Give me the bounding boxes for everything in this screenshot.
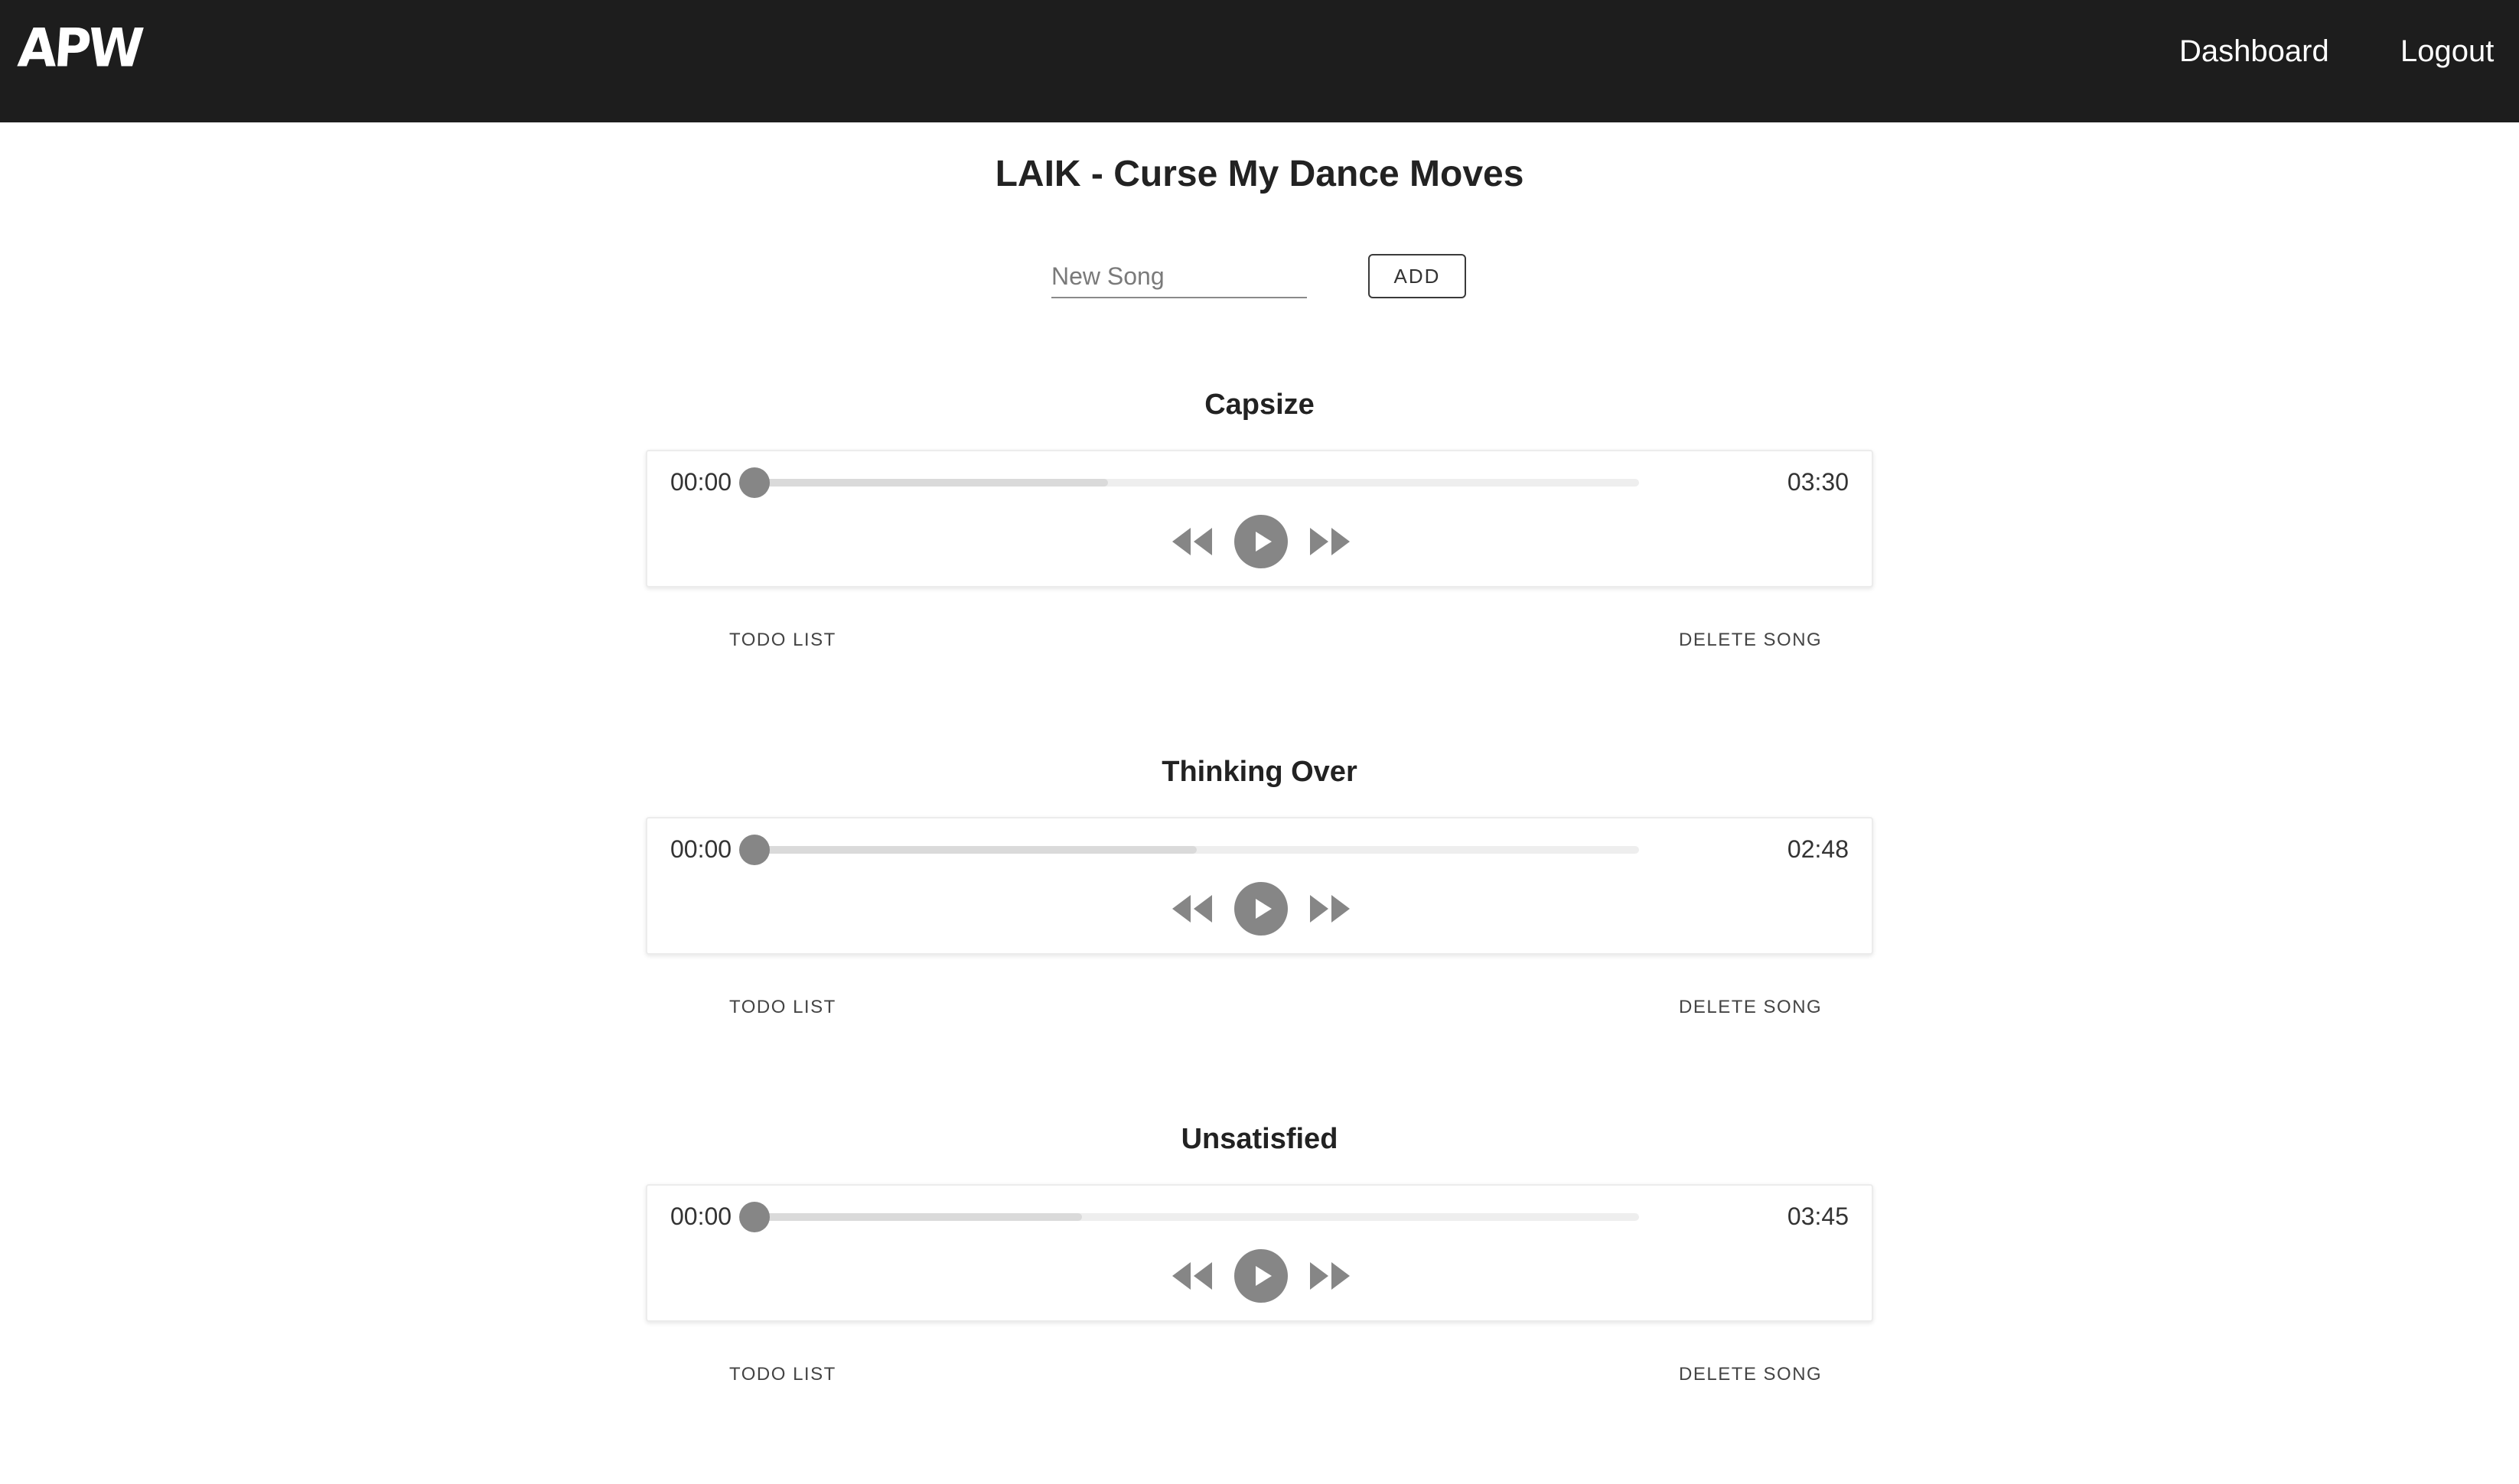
play-button[interactable] (1233, 881, 1289, 936)
progress-track[interactable] (739, 1202, 1639, 1232)
current-time: 00:00 (670, 1202, 732, 1230)
audio-player: 00:00 02:48 (646, 817, 1873, 955)
play-button[interactable] (1233, 514, 1289, 569)
delete-song-button[interactable]: DELETE SONG (1679, 1363, 1822, 1386)
add-song-button[interactable]: ADD (1368, 254, 1466, 298)
top-navbar: APW Dashboard Logout (0, 0, 2519, 122)
player-controls (647, 881, 1872, 936)
seek-thumb[interactable] (739, 835, 770, 865)
song-card: Capsize 00:00 03:30 TODO LIST DELETE SON… (0, 382, 2519, 750)
player-controls (647, 514, 1872, 569)
todo-list-button[interactable]: TODO LIST (729, 1363, 836, 1386)
song-title: Capsize (1204, 389, 1315, 421)
todo-list-button[interactable]: TODO LIST (729, 629, 836, 652)
play-icon (1234, 882, 1288, 936)
buffer-bar (754, 1213, 1082, 1221)
new-song-input[interactable] (1051, 255, 1307, 298)
song-title: Thinking Over (1162, 756, 1357, 788)
rewind-button[interactable] (1171, 1248, 1214, 1303)
duration: 02:48 (1787, 835, 1849, 863)
duration: 03:30 (1787, 468, 1849, 496)
progress-track[interactable] (739, 835, 1639, 865)
app-logo[interactable]: APW (16, 18, 143, 80)
audio-player: 00:00 03:45 (646, 1184, 1873, 1322)
todo-list-button[interactable]: TODO LIST (729, 996, 836, 1019)
rewind-icon (1172, 895, 1212, 923)
fast-forward-icon (1310, 895, 1350, 923)
play-icon (1234, 1249, 1288, 1303)
duration: 03:45 (1787, 1202, 1849, 1230)
audio-player: 00:00 03:30 (646, 450, 1873, 587)
rewind-icon (1172, 528, 1212, 555)
fast-forward-button[interactable] (1308, 514, 1351, 569)
buffer-bar (754, 846, 1197, 854)
rewind-button[interactable] (1171, 881, 1214, 936)
fast-forward-button[interactable] (1308, 1248, 1351, 1303)
current-time: 00:00 (670, 468, 732, 496)
rewind-icon (1172, 1262, 1212, 1290)
buffer-bar (754, 479, 1109, 487)
delete-song-button[interactable]: DELETE SONG (1679, 996, 1822, 1019)
seek-thumb[interactable] (739, 467, 770, 498)
fast-forward-button[interactable] (1308, 881, 1351, 936)
nav-logout-link[interactable]: Logout (2400, 32, 2494, 70)
fast-forward-icon (1310, 528, 1350, 555)
song-title: Unsatisfied (1181, 1123, 1338, 1155)
current-time: 00:00 (670, 835, 732, 863)
play-icon (1234, 515, 1288, 568)
progress-track[interactable] (739, 467, 1639, 498)
player-controls (647, 1248, 1872, 1303)
page-title: LAIK - Curse My Dance Moves (995, 154, 1524, 194)
rewind-button[interactable] (1171, 514, 1214, 569)
song-card: Thinking Over 00:00 02:48 TODO LIST DELE… (0, 750, 2519, 1117)
delete-song-button[interactable]: DELETE SONG (1679, 629, 1822, 652)
song-card: Unsatisfied 00:00 03:45 TODO LIST DELETE… (0, 1117, 2519, 1484)
seek-thumb[interactable] (739, 1202, 770, 1232)
play-button[interactable] (1233, 1248, 1289, 1303)
fast-forward-icon (1310, 1262, 1350, 1290)
nav-dashboard-link[interactable]: Dashboard (2179, 32, 2329, 70)
